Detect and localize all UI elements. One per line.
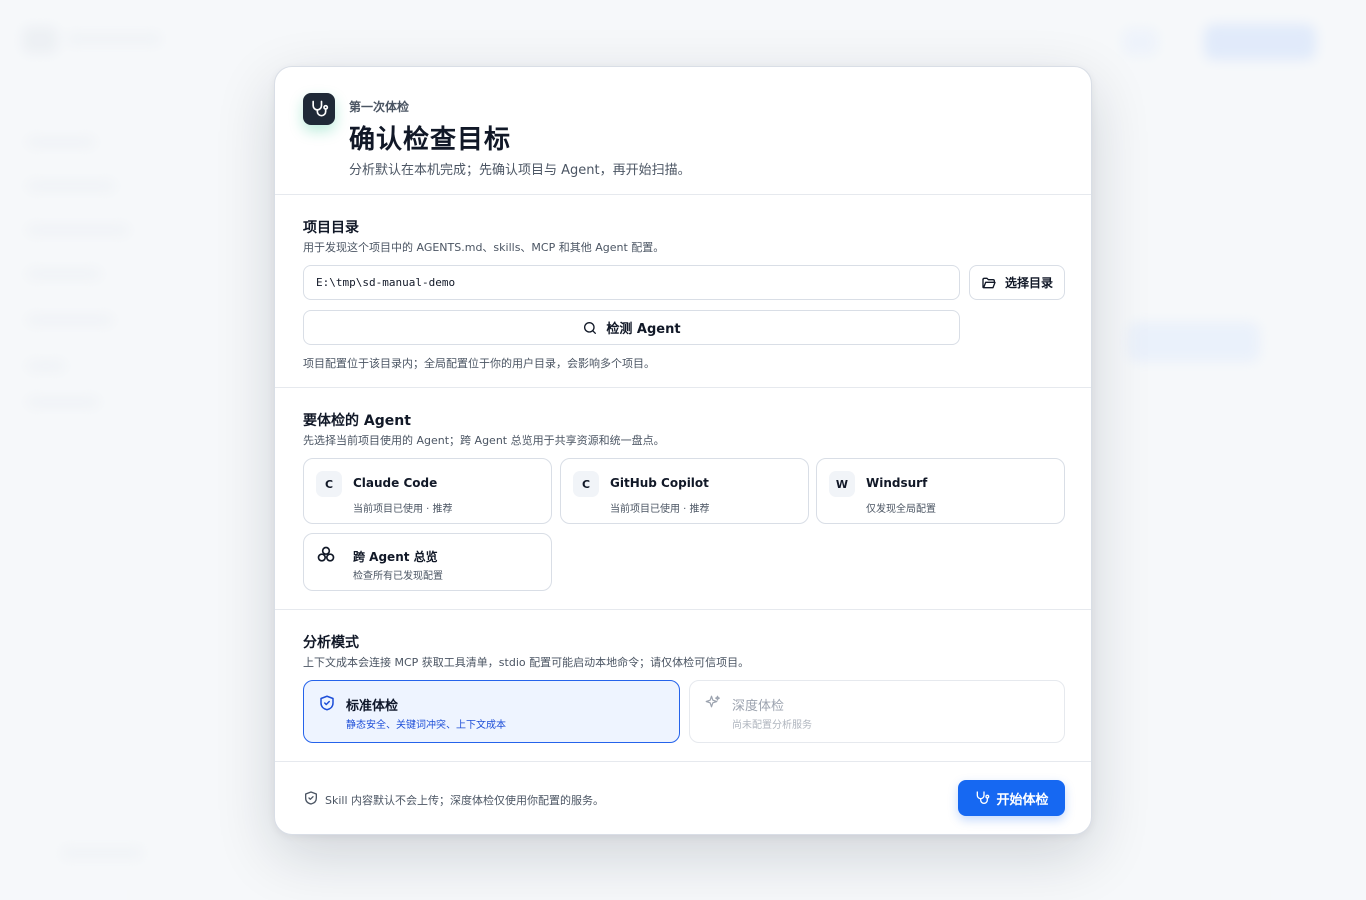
start-checkup-label: 开始体检 (996, 791, 1049, 807)
mode-standard-option[interactable]: 标准体检 静态安全、关键词冲突、上下文成本 (303, 680, 680, 743)
section-title: 分析模式 (303, 635, 359, 651)
agent-name: Claude Code (353, 476, 438, 490)
start-checkup-button[interactable]: 开始体检 (958, 780, 1065, 816)
mode-description: 尚未配置分析服务 (732, 720, 812, 731)
project-path-input[interactable] (303, 265, 960, 300)
section-description: 先选择当前项目使用的 Agent；跨 Agent 总览用于共享资源和统一盘点。 (303, 434, 665, 447)
agent-letter-badge: C (316, 471, 342, 497)
dialog-title: 确认检查目标 (349, 125, 512, 155)
agent-status: 仅发现全局配置 (866, 504, 936, 515)
stethoscope-icon (303, 93, 335, 125)
mode-name: 深度体检 (732, 699, 785, 714)
section-title: 要体检的 Agent (303, 413, 411, 429)
agent-letter-badge: W (829, 471, 855, 497)
directory-note: 项目配置位于该目录内；全局配置位于你的用户目录，会影响多个项目。 (303, 357, 655, 370)
agent-status: 检查所有已发现配置 (353, 571, 443, 582)
project-directory-section: 项目目录 用于发现这个项目中的 AGENTS.md、skills、MCP 和其他… (275, 195, 1091, 388)
agent-card-windsurf[interactable]: W Windsurf 仅发现全局配置 (816, 458, 1065, 524)
detect-agent-label: 检测 Agent (606, 322, 681, 337)
agent-name: 跨 Agent 总览 (353, 550, 438, 564)
first-checkup-dialog: 第一次体检 确认检查目标 分析默认在本机完成；先确认项目与 Agent，再开始扫… (274, 66, 1092, 835)
agent-name: GitHub Copilot (610, 476, 709, 490)
section-title: 项目目录 (303, 220, 359, 236)
stethoscope-icon (977, 791, 990, 804)
agent-card-github-copilot[interactable]: C GitHub Copilot 当前项目已使用 · 推荐 (560, 458, 809, 524)
agent-name: Windsurf (866, 476, 928, 490)
shield-check-icon (320, 695, 334, 711)
detect-agent-button[interactable]: 检测 Agent (303, 310, 960, 345)
agent-card-claude-code[interactable]: C Claude Code 当前项目已使用 · 推荐 (303, 458, 552, 524)
shield-check-icon (305, 791, 317, 805)
dialog-subtitle: 分析默认在本机完成；先确认项目与 Agent，再开始扫描。 (349, 163, 691, 178)
mode-description: 静态安全、关键词冲突、上下文成本 (346, 720, 506, 731)
dialog-footer: Skill 内容默认不会上传；深度体检仅使用你配置的服务。 开始体检 (275, 762, 1091, 834)
agent-status: 当前项目已使用 · 推荐 (610, 504, 710, 515)
section-description: 用于发现这个项目中的 AGENTS.md、skills、MCP 和其他 Agen… (303, 241, 665, 254)
cluster-icon (317, 546, 335, 562)
mode-deep-option[interactable]: 深度体检 尚未配置分析服务 (689, 680, 1065, 743)
agent-selection-section: 要体检的 Agent 先选择当前项目使用的 Agent；跨 Agent 总览用于… (275, 388, 1091, 610)
section-description: 上下文成本会连接 MCP 获取工具清单，stdio 配置可能启动本地命令；请仅体… (303, 656, 750, 669)
choose-directory-button[interactable]: 选择目录 (969, 265, 1065, 300)
dialog-eyebrow: 第一次体检 (349, 100, 410, 114)
agent-letter-badge: C (573, 471, 599, 497)
search-icon (584, 321, 597, 334)
agent-status: 当前项目已使用 · 推荐 (353, 504, 453, 515)
folder-open-icon (982, 277, 996, 288)
agent-card-cross-agent-overview[interactable]: 跨 Agent 总览 检查所有已发现配置 (303, 533, 552, 591)
mode-name: 标准体检 (346, 699, 399, 714)
analysis-mode-section: 分析模式 上下文成本会连接 MCP 获取工具清单，stdio 配置可能启动本地命… (275, 610, 1091, 762)
choose-directory-label: 选择目录 (1004, 276, 1053, 290)
privacy-note: Skill 内容默认不会上传；深度体检仅使用你配置的服务。 (325, 794, 605, 807)
sparkles-icon (705, 695, 720, 708)
dialog-header: 第一次体检 确认检查目标 分析默认在本机完成；先确认项目与 Agent，再开始扫… (275, 67, 1091, 195)
